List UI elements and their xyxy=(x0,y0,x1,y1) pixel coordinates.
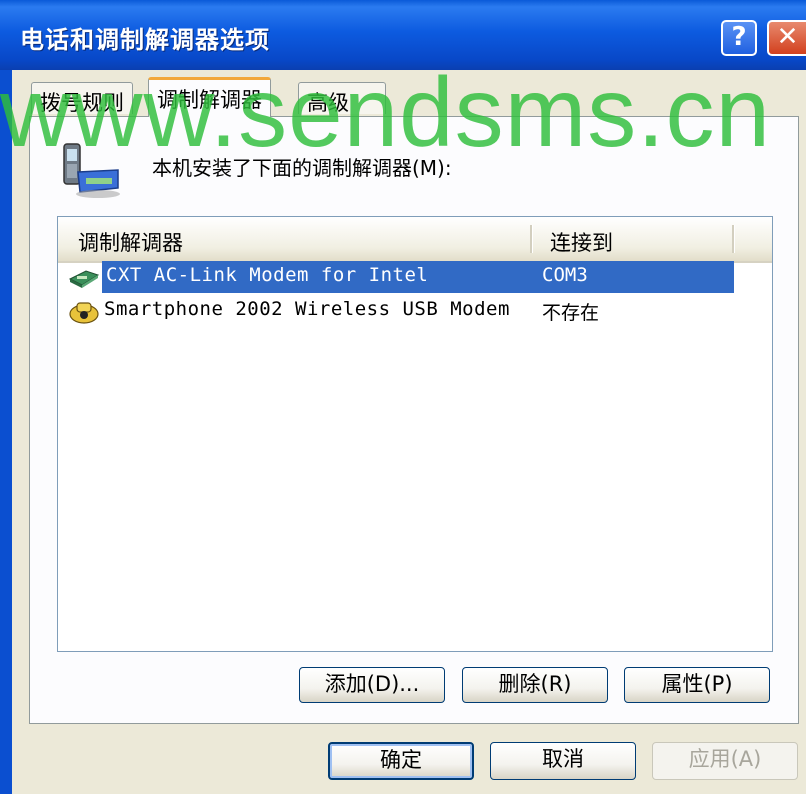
add-button[interactable]: 添加(D)... xyxy=(299,667,445,703)
help-button[interactable]: ? xyxy=(721,20,757,56)
window-title: 电话和调制解调器选项 xyxy=(20,26,270,54)
modem-icon xyxy=(68,270,100,288)
apply-button[interactable]: 应用(A) xyxy=(652,742,798,780)
modem-port: COM3 xyxy=(542,264,588,286)
dialog-window: 电话和调制解调器选项 ? ✕ 拨号规则 调制解调器 高级 本机安装了下面的调制解… xyxy=(0,0,806,794)
modem-name: CXT AC-Link Modem for Intel xyxy=(106,264,429,286)
column-divider[interactable] xyxy=(530,225,533,253)
list-header: 调制解调器 连接到 xyxy=(58,217,772,263)
column-header-port[interactable]: 连接到 xyxy=(550,227,613,257)
ok-button[interactable]: 确定 xyxy=(328,742,474,780)
list-row[interactable]: Smartphone 2002 Wireless USB Modem 不存在 xyxy=(68,295,744,327)
modem-port: 不存在 xyxy=(542,302,600,324)
column-divider[interactable] xyxy=(732,225,735,253)
window-frame xyxy=(0,70,12,794)
phone-modem-icon xyxy=(69,302,99,324)
column-header-modem[interactable]: 调制解调器 xyxy=(78,227,183,257)
list-row[interactable]: CXT AC-Link Modem for Intel COM3 xyxy=(68,261,744,293)
modem-list[interactable]: 调制解调器 连接到 CXT AC-Link Modem for Intel CO… xyxy=(57,216,773,652)
properties-button[interactable]: 属性(P) xyxy=(624,667,770,703)
delete-button[interactable]: 删除(R) xyxy=(462,667,608,703)
modem-name: Smartphone 2002 Wireless USB Modem xyxy=(104,298,510,320)
close-button[interactable]: ✕ xyxy=(767,20,806,56)
cancel-button[interactable]: 取消 xyxy=(490,742,636,780)
site-watermark: www.sendsms.cn xyxy=(0,57,772,167)
